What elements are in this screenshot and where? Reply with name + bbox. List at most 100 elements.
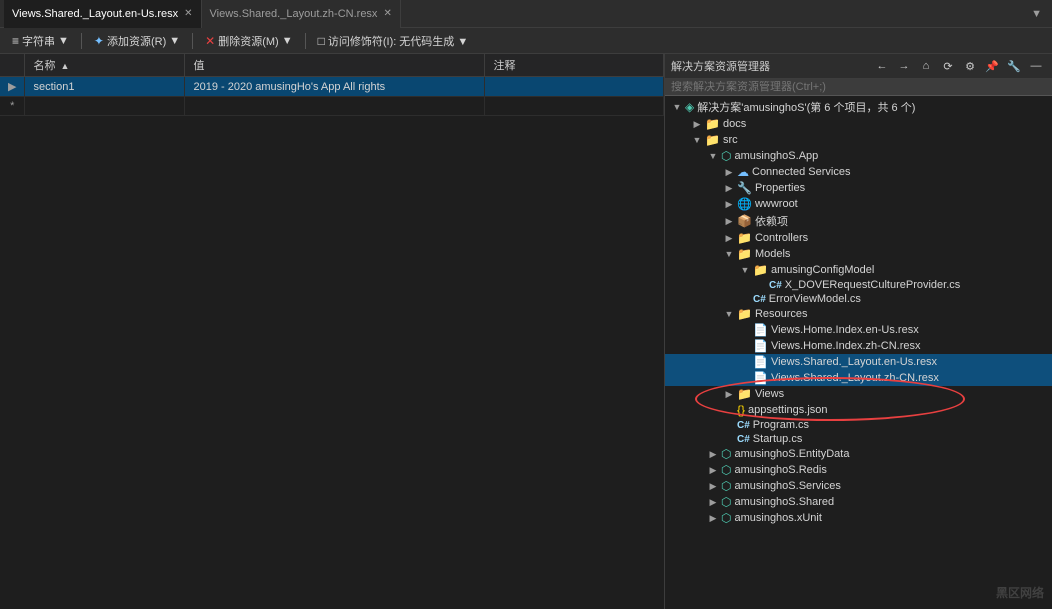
tree-label: Views.Home.Index.en-Us.resx — [771, 324, 919, 336]
sep3 — [305, 33, 306, 49]
tree-label: Properties — [755, 182, 805, 194]
tree-item[interactable]: C# X_DOVERequestCultureProvider.cs — [665, 278, 1052, 292]
tab-resx-cn-label: Views.Shared._Layout.zh-CN.resx — [210, 8, 378, 20]
resource-table[interactable]: 名称 ▲ 值 注释 ▶ section1 2019 - 2020 amusing… — [0, 54, 664, 609]
solution-icon: ◈ — [685, 100, 694, 114]
project-icon: ⬡ — [721, 511, 731, 525]
col-name-header[interactable]: 名称 ▲ — [25, 54, 185, 77]
tree-item[interactable]: C# Program.cs — [665, 418, 1052, 432]
tab-resx-en[interactable]: Views.Shared._Layout.en-Us.resx ✕ — [4, 0, 202, 28]
tab-resx-en-close[interactable]: ✕ — [184, 8, 192, 19]
tree-toggle: ▶ — [705, 497, 721, 508]
main-area: 名称 ▲ 值 注释 ▶ section1 2019 - 2020 amusing… — [0, 54, 1052, 609]
cell-comment[interactable] — [485, 97, 664, 116]
tree-item[interactable]: ▶ ☁ Connected Services — [665, 164, 1052, 180]
tree-item[interactable]: 📄 Views.Shared._Layout.en-Us.resx — [665, 354, 1052, 370]
tree-item[interactable]: 📄 Views.Shared._Layout.zh-CN.resx — [665, 370, 1052, 386]
tree-label: amusinghoS.App — [734, 150, 818, 162]
tree-item[interactable]: ▼ 📁 Resources — [665, 306, 1052, 322]
cell-name[interactable]: section1 — [25, 77, 185, 97]
tree-item[interactable]: ▶ 📁 Views — [665, 386, 1052, 402]
toolbar-fontstr-label: 字符串 — [22, 33, 55, 49]
tree-item[interactable]: ▶ 📁 Controllers — [665, 230, 1052, 246]
globe-icon: 🌐 — [737, 197, 752, 211]
col-comment-header[interactable]: 注释 — [485, 54, 664, 77]
connected-icon: ☁ — [737, 165, 749, 179]
cs-icon: C# — [769, 280, 782, 291]
tree-item[interactable]: ▶ 🌐 wwwroot — [665, 196, 1052, 212]
tree-item[interactable]: ▼ ⬡ amusinghoS.App — [665, 148, 1052, 164]
tree-item[interactable]: ▶ 📦 依赖项 — [665, 212, 1052, 230]
tab-resx-cn[interactable]: Views.Shared._Layout.zh-CN.resx ✕ — [202, 0, 401, 28]
cell-name[interactable] — [25, 97, 185, 116]
sep2 — [192, 33, 193, 49]
se-wrench-btn[interactable]: 🔧 — [1004, 57, 1024, 75]
tree-label: appsettings.json — [748, 404, 828, 416]
folder-icon: 📁 — [705, 117, 720, 131]
toolbar-add[interactable]: ✦ 添加资源(R) ▼ — [88, 31, 186, 51]
se-refresh-btn[interactable]: ⟳ — [938, 57, 958, 75]
tree-toggle: ▶ — [705, 481, 721, 492]
toolbar-add-arrow: ▼ — [169, 35, 180, 47]
toolbar-delete-arrow: ▼ — [282, 35, 293, 47]
se-back-btn[interactable]: ← — [872, 57, 892, 75]
tree-item[interactable]: C# ErrorViewModel.cs — [665, 292, 1052, 306]
se-search-input[interactable] — [671, 81, 1046, 93]
solution-root[interactable]: ▼◈解决方案'amusinghoS'(第 6 个项目，共 6 个) — [665, 98, 1052, 116]
tree-label: 依赖项 — [755, 213, 788, 229]
tab-resx-en-label: Views.Shared._Layout.en-Us.resx — [12, 8, 178, 20]
tree-toggle: ▶ — [705, 513, 721, 524]
tree-toggle: ▼ — [689, 135, 705, 145]
tree-label: docs — [723, 118, 746, 130]
resx-icon: 📄 — [753, 339, 768, 353]
col-indicator — [0, 54, 25, 77]
cell-comment[interactable] — [485, 77, 664, 97]
tree-item[interactable]: ▶ ⬡ amusinghoS.Services — [665, 478, 1052, 494]
se-settings-btn[interactable]: ⚙ — [960, 57, 980, 75]
tree-item[interactable]: {} appsettings.json — [665, 402, 1052, 418]
se-pin-btn[interactable]: 📌 — [982, 57, 1002, 75]
tab-resx-cn-close[interactable]: ✕ — [383, 8, 391, 19]
folder-icon: 📁 — [753, 263, 768, 277]
toolbar-access[interactable]: □ 访问修饰符(I): 无代码生成 ▼ — [312, 31, 475, 51]
se-home-btn[interactable]: ⌂ — [916, 57, 936, 75]
tree-item[interactable]: ▼ 📁 amusingConfigModel — [665, 262, 1052, 278]
toolbar-fontstr-arrow: ▼ — [58, 35, 69, 47]
tree-toggle: ▶ — [721, 216, 737, 227]
toolbar-access-dropdown: 无代码生成 ▼ — [399, 33, 468, 49]
tree-item[interactable]: ▶ 🔧 Properties — [665, 180, 1052, 196]
cell-value[interactable]: 2019 - 2020 amusingHo's App All rights — [185, 77, 485, 97]
tree-item[interactable]: ▶ ⬡ amusinghoS.EntityData — [665, 446, 1052, 462]
se-close-btn[interactable]: — — [1026, 57, 1046, 75]
tree-item[interactable]: 📄 Views.Home.Index.zh-CN.resx — [665, 338, 1052, 354]
access-icon: □ — [318, 34, 325, 48]
table-row[interactable]: * — [0, 97, 664, 116]
folder-icon: 📁 — [737, 387, 752, 401]
tree-toggle: ▶ — [721, 183, 737, 194]
se-forward-btn[interactable]: → — [894, 57, 914, 75]
col-value-header[interactable]: 值 — [185, 54, 485, 77]
row-indicator: ▶ — [0, 77, 25, 97]
se-title: 解决方案资源管理器 — [671, 58, 770, 74]
tree-item[interactable]: C# Startup.cs — [665, 432, 1052, 446]
toolbar-delete-label: 删除资源(M) — [218, 33, 279, 49]
tree-item[interactable]: ▼ 📁 src — [665, 132, 1052, 148]
tree-item[interactable]: 📄 Views.Home.Index.en-Us.resx — [665, 322, 1052, 338]
solution-tree[interactable]: ▼◈解决方案'amusinghoS'(第 6 个项目，共 6 个) ▶ 📁 do… — [665, 96, 1052, 609]
tree-item[interactable]: ▶ ⬡ amusinghoS.Shared — [665, 494, 1052, 510]
tree-item[interactable]: ▶ ⬡ amusinghoS.Redis — [665, 462, 1052, 478]
tab-dropdown-btn[interactable]: ▼ — [1025, 8, 1048, 20]
sep1 — [81, 33, 82, 49]
toolbar-fontstr[interactable]: ≡ 字符串 ▼ — [6, 31, 75, 51]
folder-icon: 📁 — [737, 307, 752, 321]
tree-item[interactable]: ▶ 📁 docs — [665, 116, 1052, 132]
delete-icon: ✕ — [205, 34, 215, 48]
cs-icon: C# — [737, 420, 750, 431]
cell-value[interactable] — [185, 97, 485, 116]
toolbar-delete[interactable]: ✕ 删除资源(M) ▼ — [199, 31, 298, 51]
table-row[interactable]: ▶ section1 2019 - 2020 amusingHo's App A… — [0, 77, 664, 97]
tree-toggle: ▼ — [721, 249, 737, 259]
project-icon: ⬡ — [721, 479, 731, 493]
tree-item[interactable]: ▼ 📁 Models — [665, 246, 1052, 262]
tree-item[interactable]: ▶ ⬡ amusinghos.xUnit — [665, 510, 1052, 526]
